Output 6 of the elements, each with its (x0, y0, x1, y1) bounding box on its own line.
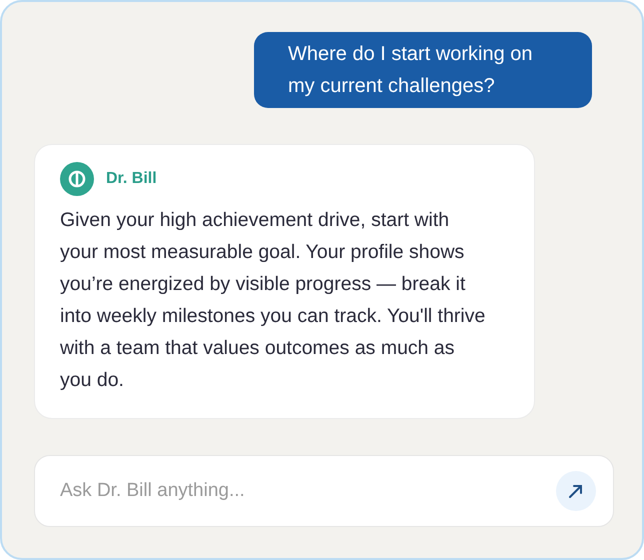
sender-name: Dr. Bill (106, 169, 157, 189)
arrow-icon (568, 483, 584, 499)
assistant-message-text: Given your high achievement drive, start with your most measurable goal. Your profile shows you’re energized by visible progress — break it into weekly milestones you can track. You'll thrive with a team that values outcomes as much as you do. (60, 208, 486, 393)
avatar-icon (60, 162, 94, 196)
user-message: Where do I start working on my current challenges? (254, 32, 592, 108)
input-field[interactable]: Ask Dr. Bill anything... (34, 455, 614, 527)
